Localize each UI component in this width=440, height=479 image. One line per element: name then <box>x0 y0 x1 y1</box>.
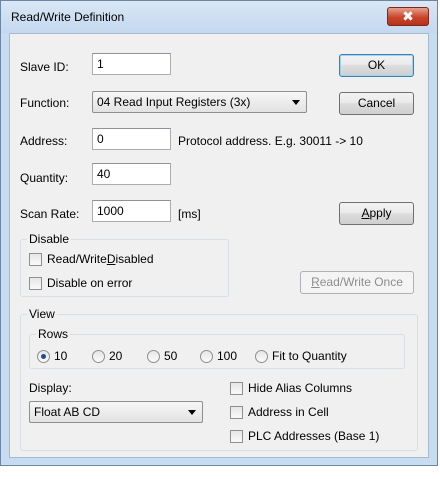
radio-dot <box>255 349 268 363</box>
rows-radio-10[interactable]: 10 <box>37 349 67 363</box>
rows-option-label: 100 <box>217 349 238 363</box>
chevron-down-icon <box>292 100 300 105</box>
address-in-cell-label: Address in Cell <box>248 405 329 419</box>
function-select-value: 04 Read Input Registers (3x) <box>97 95 251 109</box>
close-button[interactable]: ✖ <box>387 7 429 26</box>
address-in-cell-checkbox[interactable]: Address in Cell <box>230 405 329 419</box>
quantity-label: Quantity: <box>20 171 69 185</box>
rw-once-mnemonic: R <box>311 275 320 289</box>
display-select-value: Float AB CD <box>34 405 101 419</box>
disable-on-error-label: Disable on error <box>47 276 133 290</box>
function-select[interactable]: 04 Read Input Registers (3x) <box>92 91 307 113</box>
checkbox-box <box>29 252 42 266</box>
rows-radio-20[interactable]: 20 <box>92 349 122 363</box>
checkbox-box <box>230 381 243 395</box>
rows-group-title: Rows <box>36 327 71 341</box>
rw-disabled-label-prefix: Read/Write <box>47 252 107 266</box>
checkbox-box <box>230 429 243 443</box>
display-label: Display: <box>29 381 72 395</box>
radio-dot <box>200 349 213 363</box>
slave-id-input[interactable]: 1 <box>92 53 171 75</box>
radio-dot <box>92 349 105 363</box>
window-title: Read/Write Definition <box>11 10 125 24</box>
disable-group-title: Disable <box>27 232 72 246</box>
dialog-body: Slave ID: 1 OK Function: 04 Read Input R… <box>9 33 429 458</box>
scan-rate-unit: [ms] <box>178 207 201 221</box>
view-group: View Rows 10 20 50 100 Fit to Quantity D… <box>20 307 418 451</box>
rows-radio-100[interactable]: 100 <box>200 349 237 363</box>
radio-dot <box>147 349 160 363</box>
scan-rate-label: Scan Rate: <box>20 207 80 221</box>
quantity-input[interactable]: 40 <box>92 163 171 185</box>
checkbox-box <box>29 276 42 290</box>
rw-once-label-rest: ead/Write Once <box>319 275 403 289</box>
display-select[interactable]: Float AB CD <box>29 401 203 423</box>
address-input[interactable]: 0 <box>92 128 171 150</box>
ok-button[interactable]: OK <box>339 54 414 77</box>
disable-group: Disable Read/Write Disabled Disable on e… <box>20 232 229 297</box>
plc-addresses-checkbox[interactable]: PLC Addresses (Base 1) <box>230 429 379 443</box>
view-group-title: View <box>27 307 57 321</box>
read-write-once-button[interactable]: Read/Write Once <box>300 271 414 294</box>
function-label: Function: <box>20 96 70 110</box>
apply-mnemonic: A <box>361 206 370 220</box>
radio-dot <box>37 349 50 363</box>
hide-alias-columns-checkbox[interactable]: Hide Alias Columns <box>230 381 352 395</box>
slave-id-label: Slave ID: <box>20 60 69 74</box>
plc-addresses-label: PLC Addresses (Base 1) <box>248 429 380 443</box>
close-icon: ✖ <box>402 8 414 24</box>
address-hint: Protocol address. E.g. 30011 -> 10 <box>178 134 363 148</box>
cancel-button[interactable]: Cancel <box>339 92 414 115</box>
rw-disabled-label-rest: isabled <box>115 252 154 266</box>
rw-disabled-checkbox[interactable]: Read/Write Disabled <box>29 252 154 266</box>
rows-radio-fit-to-quantity[interactable]: Fit to Quantity <box>255 349 347 363</box>
apply-label-rest: pply <box>369 206 392 220</box>
disable-on-error-checkbox[interactable]: Disable on error <box>29 276 132 290</box>
rows-group: Rows 10 20 50 100 Fit to Quantity <box>29 327 405 369</box>
apply-button[interactable]: Apply <box>339 202 414 225</box>
rows-option-label: 50 <box>164 349 178 363</box>
chevron-down-icon <box>188 410 196 415</box>
rows-option-label: 10 <box>54 349 68 363</box>
rw-disabled-mnemonic: D <box>106 252 116 266</box>
checkbox-box <box>230 405 243 419</box>
background-strip <box>0 466 440 479</box>
title-bar[interactable]: Read/Write Definition ✖ <box>1 1 437 33</box>
rows-radio-50[interactable]: 50 <box>147 349 177 363</box>
rows-option-label: Fit to Quantity <box>272 349 347 363</box>
rows-option-label: 20 <box>109 349 123 363</box>
dialog-window: Read/Write Definition ✖ Slave ID: 1 OK F… <box>0 0 438 466</box>
hide-alias-label: Hide Alias Columns <box>248 381 353 395</box>
address-label: Address: <box>20 134 68 148</box>
scan-rate-input[interactable]: 1000 <box>92 200 171 222</box>
